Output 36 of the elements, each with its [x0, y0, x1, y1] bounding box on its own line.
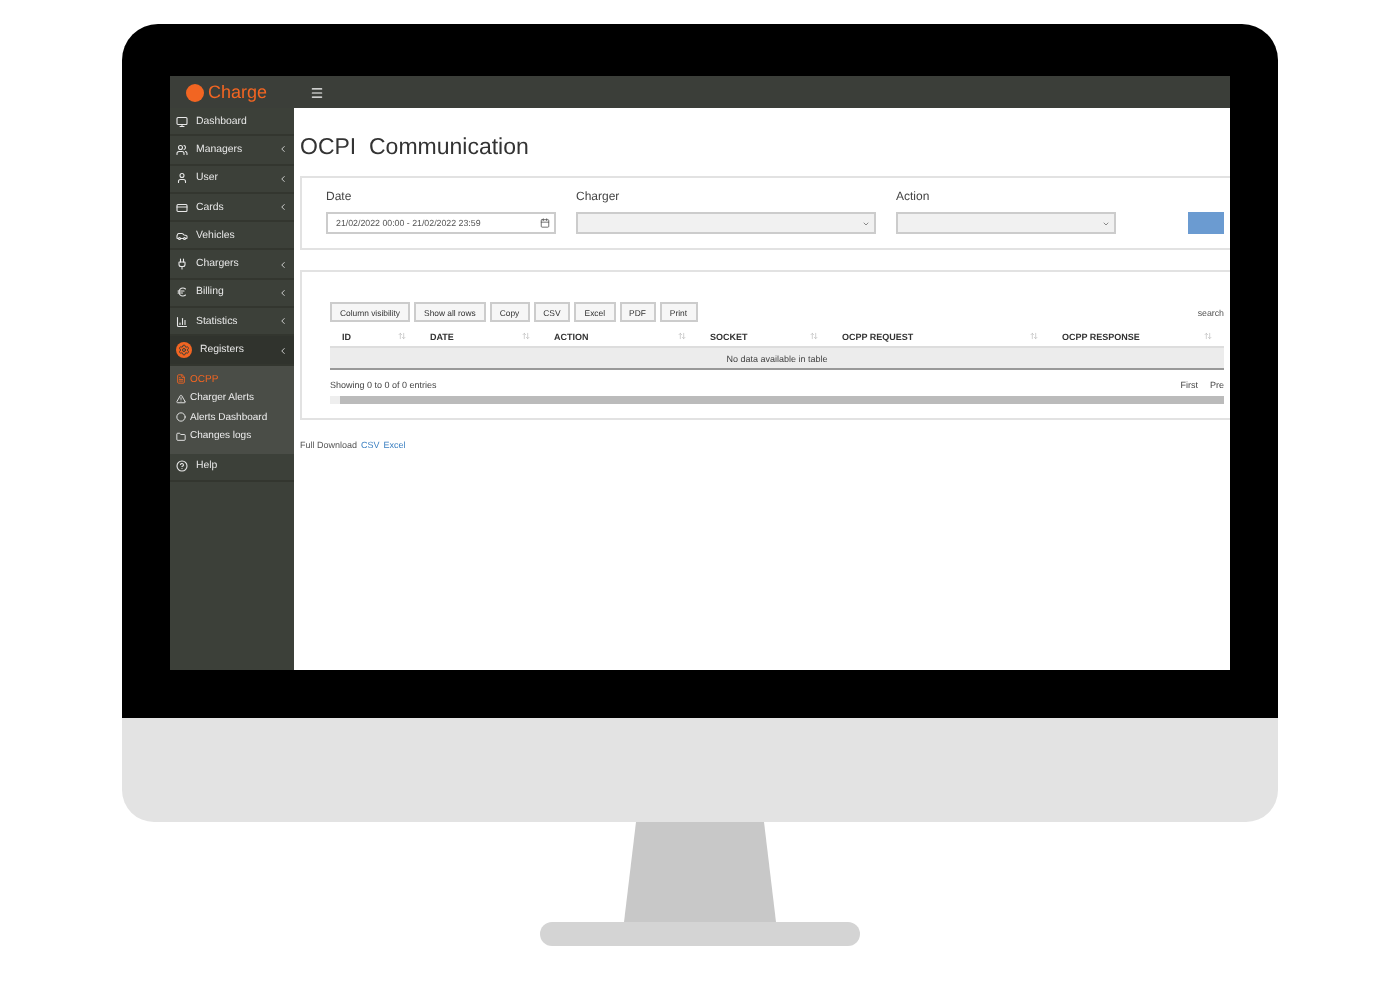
users-icon — [176, 143, 188, 156]
select-field[interactable] — [576, 212, 876, 234]
sort-icon[interactable] — [522, 332, 530, 340]
select-field[interactable] — [896, 212, 1116, 234]
user-icon — [176, 172, 188, 185]
sort-icon[interactable] — [678, 332, 686, 340]
sort-icon[interactable] — [398, 332, 406, 340]
sort-icon[interactable] — [1030, 332, 1038, 340]
bar-chart-icon — [176, 315, 188, 328]
card-icon — [176, 201, 188, 214]
chevron-icon — [278, 259, 288, 270]
brand-name: Charge — [208, 82, 268, 102]
chevron-icon — [278, 345, 288, 356]
chevron-icon — [278, 202, 288, 213]
chevron-icon — [278, 144, 288, 155]
sort-icon[interactable] — [810, 332, 818, 340]
logo-icon — [186, 83, 204, 101]
calendar-icon — [540, 218, 550, 228]
menu-icon[interactable] — [310, 85, 324, 99]
help-icon — [176, 460, 188, 473]
euro-icon — [176, 286, 188, 299]
scrollbar[interactable] — [330, 396, 1224, 404]
gear-icon — [176, 342, 192, 359]
monitor-icon — [176, 115, 188, 128]
car-icon — [176, 229, 188, 242]
plug-icon — [176, 258, 188, 271]
warning-icon — [176, 393, 186, 404]
document-icon — [176, 374, 186, 385]
circle-icon — [176, 412, 186, 423]
folder-icon — [176, 431, 186, 442]
chevron-icon — [278, 287, 288, 298]
chevron-icon — [278, 316, 288, 327]
page-title: OCPI Communication — [300, 136, 531, 160]
filter-button[interactable] — [1188, 212, 1224, 234]
sort-icon[interactable] — [1204, 332, 1212, 340]
chevron-icon — [278, 173, 288, 184]
